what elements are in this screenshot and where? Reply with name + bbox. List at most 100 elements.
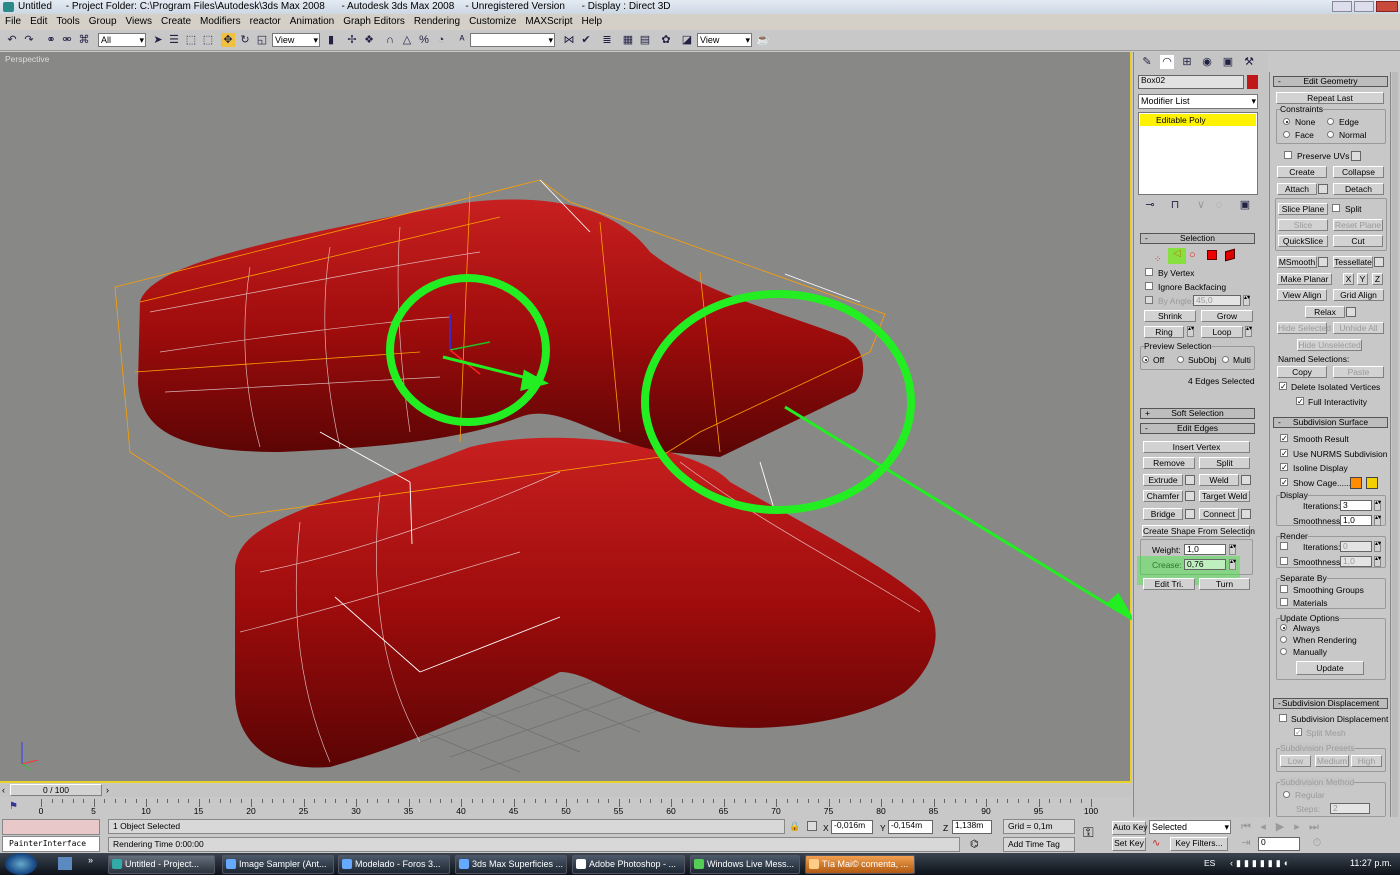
menu-tools[interactable]: Tools <box>56 16 79 27</box>
menu-group[interactable]: Group <box>89 16 117 27</box>
ring-button[interactable]: Ring <box>1144 326 1184 338</box>
show-desktop-icon[interactable] <box>58 857 72 870</box>
schematic-view-icon[interactable]: ▤ <box>638 33 652 47</box>
weight-spinner[interactable]: ▴▾ <box>1229 544 1236 555</box>
edit-geometry-rollout-header[interactable]: - Edit Geometry <box>1273 76 1388 87</box>
display-smoothness-field[interactable]: 1,0 <box>1340 515 1372 526</box>
render-setup-icon[interactable]: ◪ <box>680 33 694 47</box>
set-key-icon[interactable]: ⚿ <box>1083 824 1105 846</box>
preview-off-radio[interactable] <box>1142 356 1149 363</box>
align-icon[interactable]: ✔ <box>579 33 593 47</box>
tessellate-button[interactable]: Tessellate <box>1333 256 1373 268</box>
split-checkbox[interactable] <box>1332 204 1340 212</box>
polygon-mode-icon[interactable] <box>1207 250 1217 260</box>
grow-button[interactable]: Grow <box>1201 310 1253 322</box>
menu-maxscript[interactable]: MAXScript <box>525 16 572 27</box>
slice-plane-button[interactable]: Slice Plane <box>1278 203 1328 215</box>
extrude-button[interactable]: Extrude <box>1143 474 1183 486</box>
set-key-button[interactable]: Set Key <box>1112 837 1146 851</box>
modify-tab-icon[interactable]: ◠ <box>1160 55 1174 69</box>
render-view-dropdown[interactable]: View <box>697 33 752 47</box>
taskbar-item-image-sampler[interactable]: Image Sampler (Ant... <box>222 855 334 874</box>
create-shape-button[interactable]: Create Shape From Selection <box>1142 525 1255 537</box>
time-slider-thumb[interactable]: 0 / 100 <box>10 784 102 796</box>
clock[interactable]: 11:27 p.m. <box>1350 858 1392 868</box>
selection-filter-dropdown[interactable]: All <box>98 33 146 47</box>
time-configuration-icon[interactable]: ⏱ <box>1310 836 1324 850</box>
soft-selection-rollout-header[interactable]: + Soft Selection <box>1140 408 1255 419</box>
menu-edit[interactable]: Edit <box>30 16 47 27</box>
timeline-ruler[interactable]: 0 5 10 15 20 25 30 35 40 45 50 55 60 65 70 75 80 85 90 95 10… <box>0 797 1132 818</box>
go-to-start-icon[interactable]: ⏮ <box>1239 820 1253 834</box>
selection-rollout-header[interactable]: - Selection <box>1140 233 1255 244</box>
bind-space-warp-icon[interactable]: ⌘ <box>77 33 91 47</box>
panel-scrollbar[interactable] <box>1392 72 1398 817</box>
display-iterations-spinner[interactable]: ▴▾ <box>1374 500 1381 511</box>
mirror-icon[interactable]: ⋈ <box>562 33 576 47</box>
subdivision-surface-rollout-header[interactable]: - Subdivision Surface <box>1273 417 1388 428</box>
layer-manager-icon[interactable]: ≣ <box>600 33 614 47</box>
render-iterations-field[interactable]: 0 <box>1340 541 1372 552</box>
update-button[interactable]: Update <box>1296 661 1364 675</box>
go-to-end-icon[interactable]: ⏭ <box>1307 820 1321 834</box>
isoline-display-checkbox[interactable]: ✓ <box>1280 463 1288 472</box>
absolute-mode-icon[interactable] <box>807 821 817 831</box>
menu-customize[interactable]: Customize <box>469 16 516 27</box>
render-smoothness-field[interactable]: 1,0 <box>1340 556 1372 567</box>
preview-subobj-radio[interactable] <box>1177 356 1184 363</box>
time-slider-track[interactable]: ‹ 0 / 100 › <box>0 784 1132 797</box>
keyboard-shortcut-icon[interactable]: ❖ <box>362 33 376 47</box>
by-angle-checkbox[interactable] <box>1145 296 1153 304</box>
default-tangents-icon[interactable]: ∿ <box>1152 838 1160 849</box>
tessellate-settings-icon[interactable] <box>1374 257 1384 267</box>
add-time-tag-button[interactable]: Add Time Tag <box>1003 837 1075 852</box>
update-always-radio[interactable] <box>1280 624 1287 631</box>
make-unique-icon[interactable]: ∨ <box>1194 198 1208 212</box>
split-mesh-checkbox[interactable]: ✓ <box>1294 728 1302 737</box>
lock-selection-icon[interactable]: 🔒 <box>789 821 800 832</box>
hide-unselected-button[interactable]: Hide Unselected <box>1297 339 1362 351</box>
create-tab-icon[interactable]: ✎ <box>1140 55 1154 69</box>
weld-settings-icon[interactable] <box>1241 475 1251 485</box>
tray-icons[interactable]: ‹▮▮▮▮▮▮◐ <box>1230 858 1292 869</box>
menu-animation[interactable]: Animation <box>290 16 334 27</box>
connect-settings-icon[interactable] <box>1241 509 1251 519</box>
next-frame-icon[interactable]: ▸ <box>1290 820 1304 834</box>
unhide-all-button[interactable]: Unhide All <box>1333 322 1384 334</box>
bridge-settings-icon[interactable] <box>1185 509 1195 519</box>
spinner-snap-icon[interactable]: ◔ <box>434 33 448 47</box>
delete-isolated-checkbox[interactable]: ✓ <box>1279 382 1287 391</box>
ignore-backfacing-checkbox[interactable] <box>1145 282 1153 290</box>
previous-frame-icon[interactable]: ◂ <box>1256 820 1270 834</box>
by-vertex-checkbox[interactable] <box>1145 268 1153 276</box>
msmooth-settings-icon[interactable] <box>1318 257 1328 267</box>
method-regular-radio[interactable] <box>1283 791 1290 798</box>
motion-tab-icon[interactable]: ◉ <box>1200 55 1214 69</box>
ring-spinner[interactable]: ▴▾ <box>1187 326 1194 337</box>
chamfer-button[interactable]: Chamfer <box>1143 490 1183 502</box>
auto-key-button[interactable]: Auto Key <box>1112 821 1148 835</box>
taskbar-item-photoshop[interactable]: Adobe Photoshop - ... <box>572 855 685 874</box>
loop-button[interactable]: Loop <box>1201 326 1243 338</box>
window-crossing-icon[interactable]: ⬚ <box>201 33 215 47</box>
unlink-icon[interactable]: ⚮ <box>60 33 74 47</box>
attach-list-icon[interactable] <box>1318 184 1328 194</box>
show-cage-checkbox[interactable]: ✓ <box>1280 478 1288 487</box>
modifier-list-dropdown[interactable]: Modifier List <box>1138 94 1258 109</box>
reference-coordinate-dropdown[interactable]: View <box>272 33 320 47</box>
preserve-uvs-checkbox[interactable] <box>1284 151 1292 159</box>
edit-edges-rollout-header[interactable]: - Edit Edges <box>1140 423 1255 434</box>
cage-color-2[interactable] <box>1366 477 1378 489</box>
select-icon[interactable]: ➤ <box>151 33 165 47</box>
configure-sets-icon[interactable]: ▣ <box>1238 198 1252 212</box>
maxscript-listener-mini[interactable] <box>2 819 100 835</box>
update-manually-radio[interactable] <box>1280 648 1287 655</box>
maxscript-input[interactable]: PainterInterface <box>2 836 100 852</box>
make-planar-button[interactable]: Make Planar <box>1277 273 1332 285</box>
render-smoothness-checkbox[interactable] <box>1280 557 1288 565</box>
vertex-mode-icon[interactable]: ⁘ <box>1154 254 1162 265</box>
weld-button[interactable]: Weld <box>1199 474 1239 486</box>
hide-selected-button[interactable]: Hide Selected <box>1277 322 1331 334</box>
preserve-uvs-settings-icon[interactable] <box>1351 151 1361 161</box>
detach-button[interactable]: Detach <box>1333 183 1384 195</box>
